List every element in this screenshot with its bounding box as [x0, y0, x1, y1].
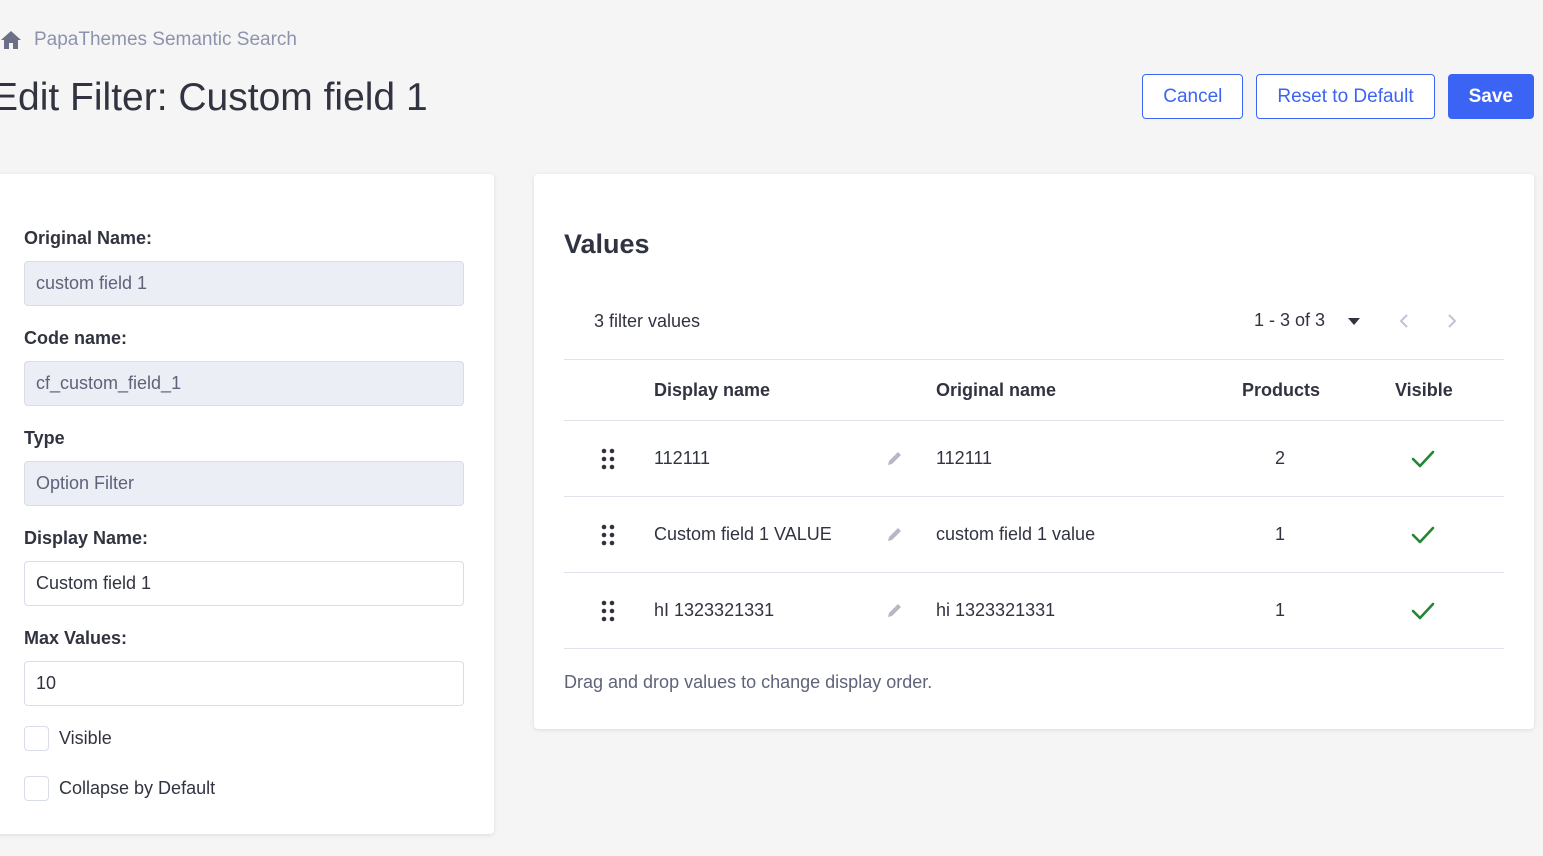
type-label: Type [24, 428, 65, 448]
table-row: Custom field 1 VALUE custom field 1 valu… [564, 497, 1504, 573]
drag-handle-icon[interactable] [601, 524, 615, 551]
column-products: Products [1242, 380, 1321, 400]
page-title: Edit Filter: Custom field 1 [0, 76, 428, 119]
pagination: 1 - 3 of 3 [1254, 310, 1457, 331]
checkmark-icon [1411, 449, 1435, 474]
column-display-name: Display name [654, 380, 771, 400]
drag-handle-icon[interactable] [601, 448, 615, 475]
display-name-input[interactable] [24, 561, 464, 606]
display-name-label: Display Name: [24, 528, 149, 548]
type-group: Type [24, 428, 464, 506]
original-name-group: Original Name: [24, 228, 464, 306]
values-panel: Values 3 filter values 1 - 3 of 3 Displa… [534, 174, 1534, 729]
pencil-icon[interactable] [886, 601, 904, 624]
display-name-group: Display Name: [24, 528, 464, 606]
row-display-name: 112111 [654, 448, 711, 468]
row-original-name: 112111 [936, 448, 993, 468]
original-name-label: Original Name: [24, 228, 153, 248]
row-products: 2 [1274, 448, 1285, 468]
type-input [24, 461, 464, 506]
breadcrumb: PapaThemes Semantic Search [0, 27, 297, 53]
home-icon[interactable] [0, 30, 22, 50]
checkmark-icon [1411, 601, 1435, 626]
max-values-group: Max Values: [24, 628, 464, 706]
cancel-button[interactable]: Cancel [1142, 74, 1244, 119]
column-original-name: Original name [936, 380, 1057, 400]
code-name-group: Code name: [24, 328, 464, 406]
original-name-input [24, 261, 464, 306]
code-name-input [24, 361, 464, 406]
visible-checkbox-row[interactable]: Visible [24, 726, 112, 751]
row-original-name: hi 1323321331 [936, 600, 1056, 620]
table-row: hI 1323321331 hi 1323321331 1 [564, 573, 1504, 649]
chevron-left-icon[interactable] [1399, 313, 1409, 329]
max-values-label: Max Values: [24, 628, 128, 648]
collapse-by-default-checkbox[interactable] [24, 776, 49, 801]
row-original-name: custom field 1 value [936, 524, 1096, 544]
collapse-checkbox-row[interactable]: Collapse by Default [24, 776, 215, 801]
column-visible: Visible [1395, 380, 1453, 400]
table-row: 112111 112111 2 [564, 421, 1504, 497]
max-values-input[interactable] [24, 661, 464, 706]
pagination-range: 1 - 3 of 3 [1254, 310, 1326, 330]
caret-down-icon[interactable] [1347, 310, 1361, 331]
drag-drop-hint: Drag and drop values to change display o… [564, 672, 933, 692]
reset-to-default-button[interactable]: Reset to Default [1256, 74, 1435, 119]
code-name-label: Code name: [24, 328, 128, 348]
chevron-right-icon[interactable] [1447, 313, 1457, 329]
row-display-name: Custom field 1 VALUE [654, 524, 832, 544]
filter-settings-panel: Original Name: Code name: Type Display N… [0, 174, 494, 834]
values-count: 3 filter values [594, 311, 701, 331]
row-products: 1 [1274, 600, 1285, 620]
drag-handle-icon[interactable] [601, 600, 615, 627]
values-table-header: Display name Original name Products Visi… [564, 359, 1504, 421]
visible-checkbox[interactable] [24, 726, 49, 751]
row-display-name: hI 1323321331 [654, 600, 775, 620]
values-title: Values [564, 229, 650, 259]
save-button[interactable]: Save [1447, 74, 1534, 119]
visible-checkbox-label[interactable]: Visible [59, 728, 112, 749]
row-products: 1 [1274, 524, 1285, 544]
pencil-icon[interactable] [886, 449, 904, 472]
pencil-icon[interactable] [886, 525, 904, 548]
collapse-checkbox-label[interactable]: Collapse by Default [59, 778, 215, 799]
breadcrumb-app-link[interactable]: PapaThemes Semantic Search [34, 29, 297, 51]
header-actions: Cancel Reset to Default Save [1142, 74, 1534, 119]
checkmark-icon [1411, 525, 1435, 550]
